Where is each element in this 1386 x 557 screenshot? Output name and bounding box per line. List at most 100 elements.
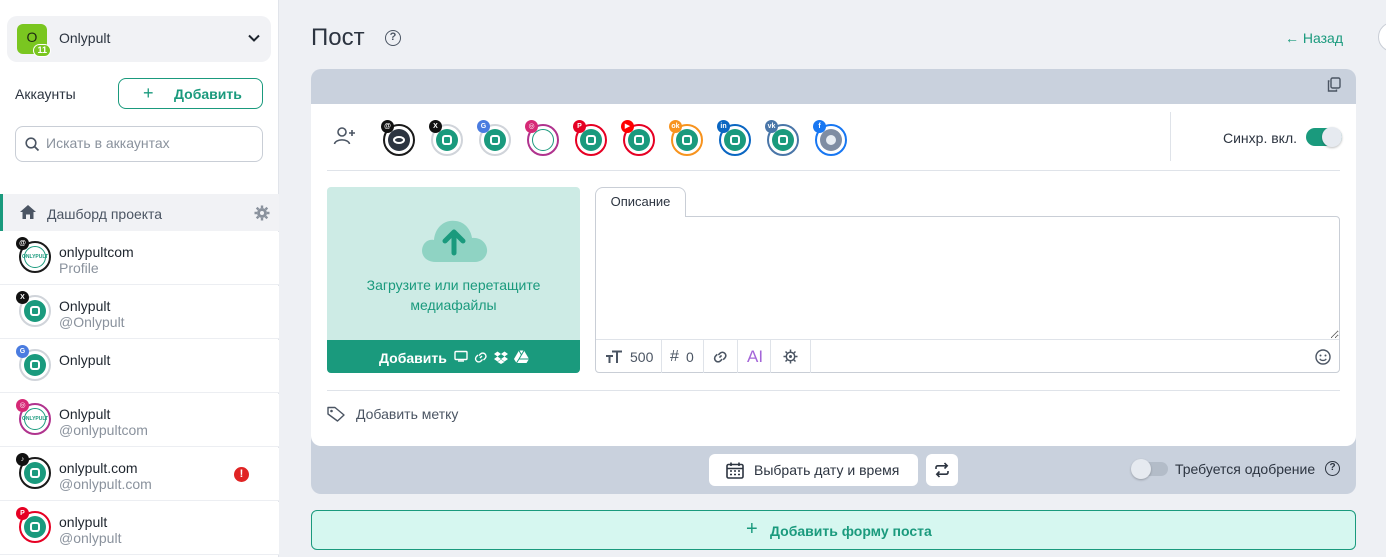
char-count: 500	[630, 349, 654, 365]
approval-toggle[interactable]	[1131, 459, 1168, 479]
account-handle: @Onlypult	[59, 314, 125, 330]
account-item[interactable]: ONLYPULT @ onlypultcom Profile	[0, 232, 279, 285]
dropbox-icon[interactable]	[494, 350, 508, 364]
network-account[interactable]: G	[477, 120, 511, 156]
sync-toggle[interactable]	[1306, 127, 1342, 147]
account-avatar: ONLYPULT ◎	[16, 399, 51, 435]
network-account[interactable]: vk	[765, 120, 799, 156]
search-input[interactable]	[46, 135, 246, 151]
emoji-icon[interactable]	[1315, 349, 1331, 365]
monitor-icon[interactable]	[454, 350, 468, 362]
accounts-title: Аккаунты	[15, 86, 76, 102]
help-icon[interactable]: ?	[385, 30, 401, 46]
pinterest-icon: P	[16, 507, 29, 520]
network-account[interactable]: in	[717, 120, 751, 156]
account-item[interactable]: X Onlypult @Onlypult	[0, 286, 279, 339]
home-icon	[20, 205, 36, 219]
ai-assistant-button[interactable]: AI	[738, 340, 771, 373]
upload-hint: Загрузите или перетащите медиафайлы	[327, 275, 580, 315]
select-date-button[interactable]: Выбрать дату и время	[709, 454, 918, 486]
cloud-upload-icon	[422, 220, 488, 262]
copy-icon[interactable]	[1327, 77, 1341, 92]
account-handle: @onlypultcom	[59, 422, 148, 438]
hashtag-count: 0	[686, 349, 694, 365]
divider	[327, 390, 1340, 391]
add-media-label: Добавить	[379, 350, 447, 366]
account-item[interactable]: G Onlypult	[0, 340, 279, 393]
instagram-icon: ◎	[16, 399, 29, 412]
account-name: Onlypult	[59, 406, 111, 422]
add-post-form-label: Добавить форму поста	[770, 523, 932, 539]
account-item[interactable]: P onlypult @onlypult	[0, 502, 279, 555]
add-post-form-button[interactable]: + Добавить форму поста	[311, 510, 1356, 550]
account-item[interactable]: ONLYPULT ◎ Onlypult @onlypultcom	[0, 394, 279, 447]
network-account[interactable]: f	[813, 120, 847, 156]
account-handle: @onlypult.com	[59, 476, 152, 492]
repeat-icon	[935, 462, 949, 478]
project-name: Onlypult	[59, 30, 111, 46]
side-panel-toggle[interactable]	[1378, 22, 1386, 52]
calendar-icon	[726, 462, 744, 479]
post-card: @ X G ◎ P ▶ ok in vk f Синхр. вкл. Загру…	[311, 69, 1356, 494]
tag-icon	[327, 406, 345, 422]
add-account-label: Добавить	[174, 86, 242, 102]
tiktok-icon: ♪	[16, 453, 29, 466]
project-avatar: O 11	[17, 24, 51, 57]
account-name: onlypultcom	[59, 244, 134, 260]
network-account[interactable]: X	[429, 120, 463, 156]
chevron-down-icon	[248, 34, 260, 42]
gear-icon	[783, 349, 798, 364]
media-upload-zone[interactable]: Загрузите или перетащите медиафайлы Доба…	[327, 187, 580, 373]
select-date-label: Выбрать дату и время	[754, 462, 900, 478]
insert-link-button[interactable]	[704, 340, 738, 373]
description-textarea[interactable]	[596, 217, 1339, 339]
page-title: Пост	[311, 24, 365, 51]
add-account-button[interactable]: + Добавить	[118, 78, 263, 109]
char-counter[interactable]: 500	[596, 340, 662, 373]
network-account[interactable]: ok	[669, 120, 703, 156]
add-tag-label: Добавить метку	[356, 406, 459, 422]
warning-icon[interactable]: !	[234, 467, 249, 482]
account-avatar: ♪	[16, 453, 51, 489]
project-count-badge: 11	[33, 44, 51, 57]
sidebar-item-dashboard[interactable]: Дашборд проекта	[0, 194, 279, 231]
account-name: Onlypult	[59, 298, 111, 314]
facebook-icon: f	[813, 120, 826, 133]
link-icon	[713, 351, 727, 363]
x-icon: X	[16, 291, 29, 304]
repeat-button[interactable]	[926, 454, 958, 486]
account-item[interactable]: ♪ onlypult.com @onlypult.com !	[0, 448, 279, 501]
network-account[interactable]: @	[381, 120, 415, 156]
plus-icon: +	[143, 83, 154, 103]
add-user-icon[interactable]	[333, 126, 357, 146]
description-toolbar: 500 # 0 AI	[596, 339, 1339, 373]
add-media-button[interactable]: Добавить	[327, 340, 580, 373]
link-icon[interactable]	[474, 350, 488, 364]
back-link[interactable]: ← Назад	[1285, 30, 1343, 46]
account-name: Onlypult	[59, 352, 111, 368]
network-account[interactable]: ▶	[621, 120, 655, 156]
linkedin-icon: in	[717, 120, 730, 133]
network-account[interactable]: ◎	[525, 120, 559, 156]
upload-hint-line: медиафайлы	[410, 297, 497, 313]
tab-description[interactable]: Описание	[595, 187, 686, 217]
sidebar: O 11 Onlypult Аккаунты + Добавить Дашбор…	[0, 0, 279, 557]
project-switcher[interactable]: O 11 Onlypult	[7, 16, 271, 62]
network-account[interactable]: P	[573, 120, 607, 156]
account-avatar: G	[16, 345, 51, 381]
hashtag-counter[interactable]: # 0	[662, 340, 704, 373]
google-drive-icon[interactable]	[514, 350, 529, 363]
description-editor: 500 # 0 AI	[595, 216, 1340, 373]
project-avatar-letter: O	[26, 29, 38, 45]
x-icon: X	[429, 120, 442, 133]
youtube-icon: ▶	[621, 120, 634, 133]
help-icon[interactable]: ?	[1325, 461, 1340, 476]
account-avatar: P	[16, 507, 51, 543]
plus-icon: +	[746, 518, 758, 540]
hashtag-icon: #	[670, 348, 679, 365]
dashboard-label: Дашборд проекта	[47, 206, 163, 222]
sync-label: Синхр. вкл.	[1223, 130, 1298, 146]
google-business-icon: G	[16, 345, 29, 358]
text-settings-button[interactable]	[771, 340, 811, 373]
gear-icon[interactable]	[254, 205, 270, 221]
